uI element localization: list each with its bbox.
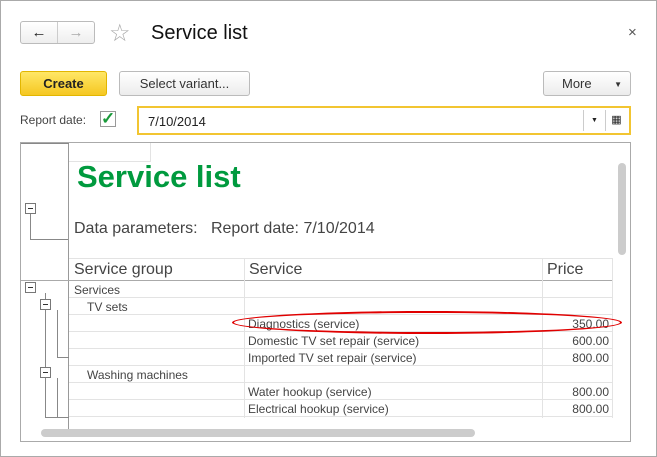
service-cell: Electrical hookup (service): [248, 402, 389, 416]
column-header-price: Price: [547, 261, 584, 278]
select-variant-button[interactable]: Select variant...: [119, 71, 250, 96]
report-title: Service list: [77, 159, 241, 194]
price-cell: 800.00: [572, 402, 609, 416]
favorite-star-icon[interactable]: ☆: [109, 19, 131, 48]
group-cell: Services: [74, 283, 121, 297]
more-label: More: [562, 76, 592, 91]
report-date-value: 7/10/2014: [148, 114, 206, 129]
close-button[interactable]: ×: [628, 24, 637, 41]
chevron-down-icon: ▼: [614, 80, 622, 89]
report-date-input[interactable]: 7/10/2014 ▼ ▦: [137, 106, 631, 135]
navigation-buttons: ← →: [20, 21, 95, 44]
column-header-service: Service: [249, 261, 303, 278]
vertical-scrollbar[interactable]: [618, 163, 626, 255]
report-spreadsheet[interactable]: Service list Data parameters: Report dat…: [20, 142, 631, 442]
report-date-checkbox[interactable]: ✓: [100, 110, 116, 127]
price-cell: 600.00: [572, 334, 609, 348]
highlight-ellipse: [232, 311, 622, 334]
report-date-label: Report date:: [20, 113, 87, 127]
price-cell: 800.00: [572, 351, 609, 365]
collapse-washing-machines-button[interactable]: [40, 367, 51, 378]
collapse-tv-sets-button[interactable]: [40, 299, 51, 310]
dropdown-button[interactable]: ▼: [583, 110, 605, 131]
service-cell: Water hookup (service): [248, 385, 372, 399]
column-header-service-group: Service group: [74, 261, 173, 278]
collapse-header-button[interactable]: [25, 203, 36, 214]
report-parameters: Data parameters: Report date: 7/10/2014: [74, 220, 375, 237]
back-button[interactable]: ←: [21, 22, 58, 43]
collapse-services-button[interactable]: [25, 282, 36, 293]
horizontal-scrollbar[interactable]: [41, 429, 475, 437]
service-cell: Domestic TV set repair (service): [248, 334, 420, 348]
calendar-icon[interactable]: ▦: [605, 110, 627, 131]
group-cell: TV sets: [87, 300, 128, 314]
more-button[interactable]: More ▼: [543, 71, 631, 96]
price-cell: 800.00: [572, 385, 609, 399]
page-title: Service list: [151, 22, 248, 44]
group-cell: Washing machines: [87, 368, 188, 382]
forward-button[interactable]: →: [58, 22, 94, 43]
create-button[interactable]: Create: [20, 71, 107, 96]
service-cell: Imported TV set repair (service): [248, 351, 417, 365]
